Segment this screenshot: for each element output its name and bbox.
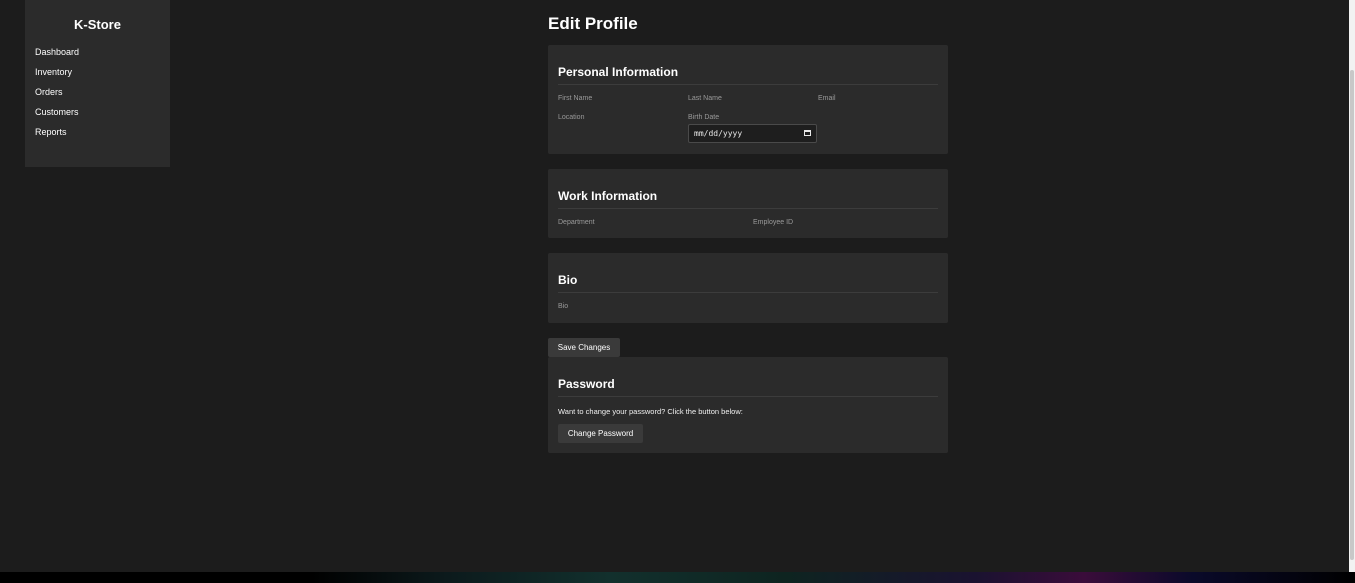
desktop-background-strip: [0, 572, 1355, 583]
birth-date-label: Birth Date: [688, 114, 720, 121]
work-information-heading: Work Information: [558, 169, 938, 209]
personal-information-card: Personal Information First Name Last Nam…: [548, 45, 948, 154]
last-name-label: Last Name: [688, 95, 722, 102]
location-label: Location: [558, 114, 585, 121]
sidebar-nav: Dashboard Inventory Orders Customers Rep…: [25, 46, 170, 146]
work-information-card: Work Information Department Employee ID: [548, 169, 948, 238]
calendar-icon[interactable]: [804, 130, 811, 136]
personal-information-heading: Personal Information: [558, 45, 938, 85]
email-label: Email: [818, 95, 836, 102]
brand-title: K-Store: [74, 17, 121, 32]
sidebar-item-inventory[interactable]: Inventory: [25, 66, 170, 86]
sidebar-item-dashboard[interactable]: Dashboard: [25, 46, 170, 66]
bio-card: Bio Bio: [548, 253, 948, 323]
password-description: Want to change your password? Click the …: [558, 407, 743, 416]
sidebar-item-orders[interactable]: Orders: [25, 86, 170, 106]
bio-label: Bio: [558, 303, 569, 310]
scrollbar[interactable]: [1349, 0, 1355, 572]
password-heading: Password: [558, 357, 938, 397]
first-name-label: First Name: [558, 95, 593, 102]
birth-date-placeholder: mm/dd/yyyy: [694, 129, 743, 138]
department-label: Department: [558, 219, 595, 226]
sidebar-item-customers[interactable]: Customers: [25, 106, 170, 126]
bio-heading: Bio: [558, 253, 938, 293]
save-changes-button[interactable]: Save Changes: [548, 338, 620, 357]
sidebar: K-Store Dashboard Inventory Orders Custo…: [25, 0, 170, 167]
birth-date-input[interactable]: mm/dd/yyyy: [688, 124, 817, 143]
scrollbar-thumb[interactable]: [1350, 70, 1354, 560]
change-password-button[interactable]: Change Password: [558, 424, 643, 443]
password-card: Password Want to change your password? C…: [548, 357, 948, 453]
page-title: Edit Profile: [548, 14, 638, 33]
sidebar-item-reports[interactable]: Reports: [25, 126, 170, 146]
employee-id-label: Employee ID: [753, 219, 794, 226]
